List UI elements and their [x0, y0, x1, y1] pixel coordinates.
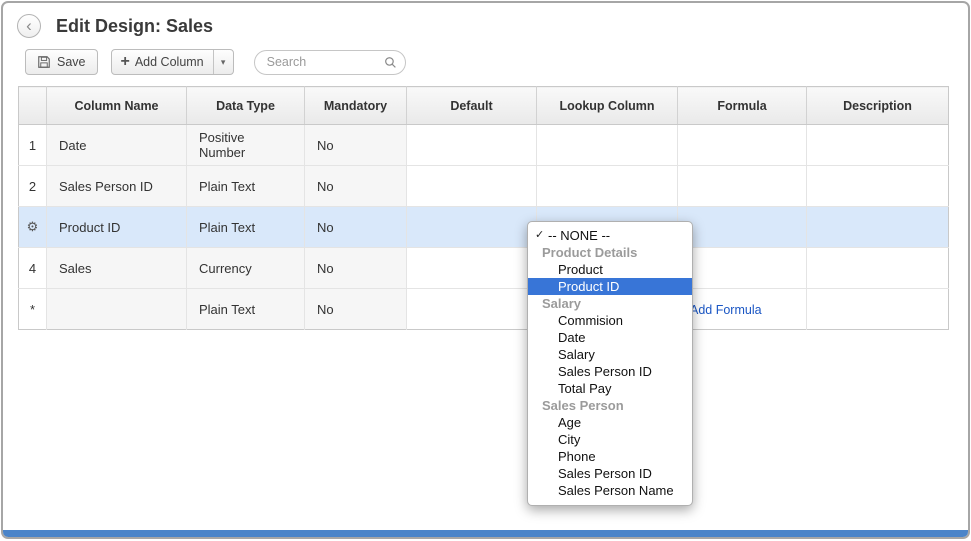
header-rownum [19, 87, 47, 125]
cell-formula: Add Formula [678, 289, 807, 330]
header-mandatory: Mandatory [305, 87, 407, 125]
table-row: 4 Sales Currency No [19, 248, 949, 289]
save-label: Save [57, 55, 86, 69]
header-description: Description [807, 87, 949, 125]
table-row: 2 Sales Person ID Plain Text No [19, 166, 949, 207]
dropdown-option-none[interactable]: ✓ -- NONE -- [528, 227, 692, 244]
dropdown-group-sales-person: Sales Person [528, 397, 692, 414]
lookup-column-dropdown: ✓ -- NONE -- Product Details Product Pro… [527, 221, 693, 506]
row-number: 4 [19, 248, 47, 289]
title-bar: ‹ Edit Design: Sales [3, 3, 968, 42]
cell-data-type[interactable]: Plain Text [187, 166, 305, 207]
cell-mandatory[interactable]: No [305, 289, 407, 330]
add-column-split-button: + Add Column ▾ [111, 49, 234, 75]
cell-default[interactable] [407, 207, 537, 248]
cell-default[interactable] [407, 289, 537, 330]
check-icon: ✓ [535, 227, 548, 244]
header-row: Column Name Data Type Mandatory Default … [19, 87, 949, 125]
toolbar: Save + Add Column ▾ [3, 42, 968, 86]
page-title: Edit Design: Sales [56, 16, 213, 37]
cell-mandatory[interactable]: No [305, 207, 407, 248]
cell-column-name[interactable]: Date [47, 125, 187, 166]
table-row-selected: ⚙ Product ID Plain Text No [19, 207, 949, 248]
add-column-menu-toggle[interactable]: ▾ [213, 50, 233, 74]
cell-column-name[interactable]: Sales [47, 248, 187, 289]
back-chevron-icon: ‹ [26, 17, 32, 34]
gear-icon[interactable]: ⚙ [27, 219, 39, 234]
cell-mandatory[interactable]: No [305, 248, 407, 289]
dropdown-option[interactable]: Age [528, 414, 692, 431]
cell-default[interactable] [407, 125, 537, 166]
row-number: ⚙ [19, 207, 47, 248]
dropdown-option[interactable]: Salary [528, 346, 692, 363]
back-button[interactable]: ‹ [17, 14, 41, 38]
dropdown-option[interactable]: Commision [528, 312, 692, 329]
cell-description[interactable] [807, 248, 949, 289]
cell-column-name[interactable]: Product ID [47, 207, 187, 248]
cell-data-type[interactable]: Currency [187, 248, 305, 289]
cell-formula[interactable] [678, 166, 807, 207]
search-input[interactable] [255, 51, 405, 74]
header-lookup-column: Lookup Column [537, 87, 678, 125]
dropdown-option[interactable]: Date [528, 329, 692, 346]
cell-mandatory[interactable]: No [305, 166, 407, 207]
cell-data-type[interactable]: Plain Text [187, 289, 305, 330]
cell-formula[interactable] [678, 207, 807, 248]
add-formula-link[interactable]: Add Formula [690, 303, 762, 317]
cell-formula[interactable] [678, 125, 807, 166]
add-column-label: Add Column [135, 55, 204, 69]
dropdown-option[interactable]: Sales Person ID [528, 465, 692, 482]
cell-default[interactable] [407, 166, 537, 207]
cell-description[interactable] [807, 166, 949, 207]
cell-formula[interactable] [678, 248, 807, 289]
header-formula: Formula [678, 87, 807, 125]
dropdown-option[interactable]: Sales Person Name [528, 482, 692, 499]
dropdown-option[interactable]: Product [528, 261, 692, 278]
save-icon [37, 55, 51, 69]
dropdown-option[interactable]: Phone [528, 448, 692, 465]
plus-icon: + [121, 53, 130, 71]
cell-mandatory[interactable]: No [305, 125, 407, 166]
save-button[interactable]: Save [25, 49, 98, 75]
dropdown-option[interactable]: City [528, 431, 692, 448]
cell-default[interactable] [407, 248, 537, 289]
dropdown-option-selected[interactable]: Product ID [528, 278, 692, 295]
cell-column-name[interactable]: Sales Person ID [47, 166, 187, 207]
search-icon [384, 56, 397, 69]
app-window: ‹ Edit Design: Sales Save + Add Column ▾ [1, 1, 970, 539]
header-data-type: Data Type [187, 87, 305, 125]
cell-lookup[interactable] [537, 166, 678, 207]
header-default: Default [407, 87, 537, 125]
row-number: 2 [19, 166, 47, 207]
cell-data-type[interactable]: Positive Number [187, 125, 305, 166]
cell-lookup[interactable] [537, 125, 678, 166]
cell-description[interactable] [807, 125, 949, 166]
row-number: * [19, 289, 47, 330]
dropdown-option[interactable]: Total Pay [528, 380, 692, 397]
cell-data-type[interactable]: Plain Text [187, 207, 305, 248]
chevron-down-icon: ▾ [221, 57, 226, 68]
bottom-bar [3, 530, 968, 537]
search-box [254, 50, 406, 75]
row-number: 1 [19, 125, 47, 166]
dropdown-option[interactable]: Sales Person ID [528, 363, 692, 380]
design-grid: Column Name Data Type Mandatory Default … [18, 86, 949, 330]
header-column-name: Column Name [47, 87, 187, 125]
dropdown-group-product-details: Product Details [528, 244, 692, 261]
cell-description[interactable] [807, 207, 949, 248]
cell-description[interactable] [807, 289, 949, 330]
add-column-button[interactable]: + Add Column [112, 50, 213, 74]
dropdown-group-salary: Salary [528, 295, 692, 312]
cell-column-name[interactable] [47, 289, 187, 330]
dropdown-option-label: -- NONE -- [548, 227, 610, 244]
table-row-new: * Plain Text No Add Formula [19, 289, 949, 330]
table-row: 1 Date Positive Number No [19, 125, 949, 166]
